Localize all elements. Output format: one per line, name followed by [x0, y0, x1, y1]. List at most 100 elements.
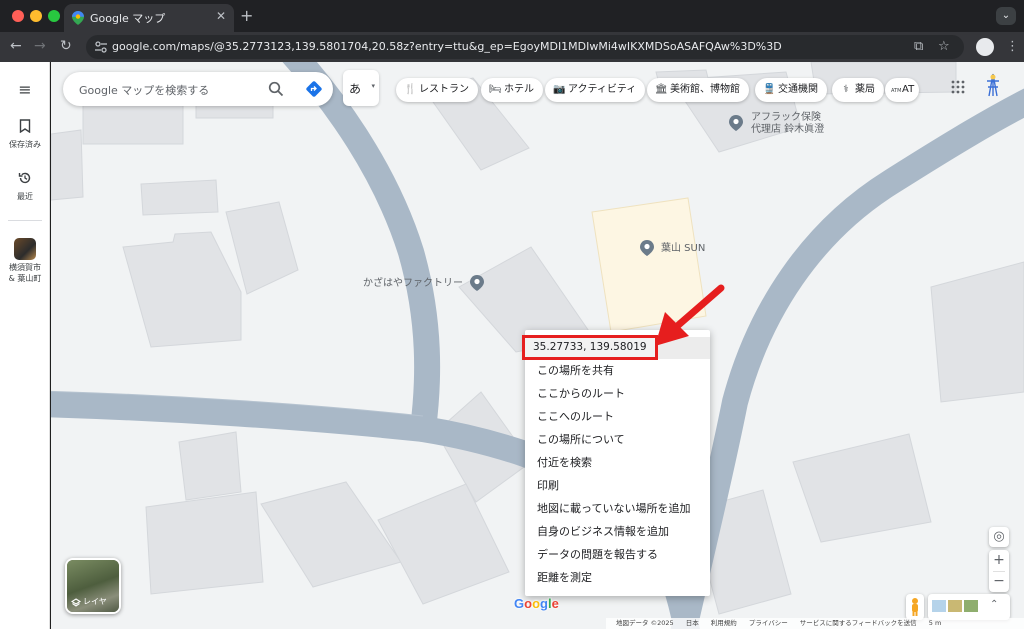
search-input[interactable]: Google マップを検索する [79, 82, 209, 98]
layers-button[interactable]: レイヤ [65, 558, 121, 614]
map-data-attribution: 地図データ ©2025 [616, 619, 674, 627]
menu-item-report-problem[interactable]: データの問題を報告する [537, 548, 658, 562]
poi-label-hayama-sun[interactable]: 葉山 SUN [661, 243, 705, 255]
menu-item-add-missing-place[interactable]: 地図に載っていない場所を追加 [537, 502, 690, 516]
install-app-icon[interactable]: ⧉ [914, 39, 923, 54]
fork-knife-icon: 🍴 [404, 84, 417, 95]
zoom-out-button[interactable]: − [989, 571, 1009, 592]
rail-recent-label: 最近 [17, 192, 33, 201]
poi-pin-icon[interactable] [729, 115, 743, 131]
logo-letter: g [540, 596, 548, 611]
poi-label-kazahaya[interactable]: かざはやファクトリー [363, 278, 463, 290]
menu-item-add-business[interactable]: 自身のビジネス情報を追加 [537, 525, 669, 539]
menu-item-print[interactable]: 印刷 [537, 479, 559, 493]
zoom-control: + − [989, 550, 1009, 592]
chip-label: 交通機関 [778, 84, 818, 95]
satellite-thumb[interactable] [964, 600, 978, 612]
directions-icon[interactable] [305, 80, 323, 98]
footer-japan-link[interactable]: 日本 [686, 619, 699, 627]
site-settings-icon[interactable] [94, 40, 108, 54]
reload-icon[interactable]: ↻ [60, 38, 72, 54]
chip-hotel[interactable]: 🛏 ホテル [481, 78, 543, 102]
chip-atm[interactable]: ATMAT [885, 78, 919, 102]
map-canvas[interactable]: アフラック保険 代理店 鈴木眞澄 葉山 SUN かざはやファクトリー Googl… [51, 62, 1024, 629]
menu-item-measure-distance[interactable]: 距離を測定 [537, 571, 592, 585]
footer-privacy-link[interactable]: プライバシー [749, 619, 788, 627]
chip-transit[interactable]: 🚆 交通機関 [755, 78, 827, 102]
minimize-window-button[interactable] [30, 10, 42, 22]
rail-recent-place[interactable]: 横須賀市 & 葉山町 [0, 238, 50, 284]
forward-icon[interactable]: → [34, 38, 46, 54]
zoom-in-button[interactable]: + [989, 550, 1009, 571]
chip-activity[interactable]: 📷 アクティビティ [545, 78, 646, 102]
context-menu: 35.27733, 139.58019 この場所を共有 ここからのルート ここへ… [522, 330, 710, 596]
menu-item-whats-here[interactable]: この場所について [537, 433, 625, 447]
chip-label: レストラン [419, 84, 469, 95]
chip-restaurant[interactable]: 🍴 レストラン [396, 78, 478, 102]
scale-bar[interactable]: 5 m [929, 619, 942, 627]
new-tab-button[interactable]: + [240, 6, 253, 25]
poi-pin-icon[interactable] [470, 275, 484, 291]
browser-menu-icon[interactable]: ⋮ [1006, 39, 1019, 54]
bookmark-star-icon[interactable]: ☆ [938, 39, 950, 54]
traffic-thumb[interactable] [948, 600, 962, 612]
maximize-window-button[interactable] [48, 10, 60, 22]
chip-label: 美術館、博物館 [670, 84, 740, 95]
tab-search-button[interactable]: ⌄ [996, 7, 1016, 25]
back-icon[interactable]: ← [10, 38, 22, 54]
input-method-button[interactable]: あ ▾ [343, 70, 379, 106]
footer-terms-link[interactable]: 利用規約 [711, 619, 737, 627]
annotation-arrow-icon [655, 284, 725, 346]
coordinates-item[interactable]: 35.27733, 139.58019 [522, 335, 658, 360]
poi-aflac-line2: 代理店 鈴木眞澄 [751, 124, 825, 135]
google-logo: Google [514, 596, 559, 611]
my-location-icon[interactable]: ◎ [989, 527, 1009, 547]
poi-pin-icon[interactable] [640, 240, 654, 256]
tab-title: Google マップ [90, 12, 166, 25]
chip-museum[interactable]: 🏛 美術館、博物館 [647, 78, 749, 102]
menu-item-search-nearby[interactable]: 付近を検索 [537, 456, 592, 470]
search-box[interactable]: Google マップを検索する [63, 72, 333, 106]
profile-avatar[interactable] [976, 38, 994, 56]
apps-grid-icon[interactable] [951, 80, 965, 94]
chip-pharmacy[interactable]: ⚕ 薬局 [832, 78, 884, 102]
chip-label: アクティビティ [568, 84, 637, 95]
menu-icon[interactable]: ≡ [0, 80, 50, 99]
imagery-thumbnails[interactable]: ⌃ [928, 594, 1010, 620]
place-name-line1: 横須賀市 [9, 263, 41, 272]
poi-aflac-line1: アフラック保険 [751, 112, 821, 123]
chip-label: ホテル [504, 84, 534, 95]
rail-recent[interactable]: 最近 [0, 170, 50, 202]
search-icon[interactable] [268, 81, 284, 97]
rail-saved[interactable]: 保存済み [0, 118, 50, 150]
poi-label-aflac[interactable]: アフラック保険 代理店 鈴木眞澄 [751, 112, 824, 136]
menu-item-share[interactable]: この場所を共有 [537, 364, 614, 378]
rail-divider [8, 220, 42, 221]
chip-label: 薬局 [855, 84, 875, 95]
layers-label: レイヤ [83, 597, 107, 606]
layers-icon [71, 598, 81, 607]
ime-label: あ [349, 82, 362, 96]
menu-item-directions-from[interactable]: ここからのルート [537, 387, 625, 401]
place-thumbnail [14, 238, 36, 260]
pegman-icon [912, 598, 918, 616]
account-avatar-icon[interactable] [983, 72, 1003, 98]
camera-icon: 📷 [553, 84, 566, 95]
map-footer: 地図データ ©2025 日本 利用規約 プライバシー サービスに関するフィードバ… [606, 618, 1024, 629]
place-name-line2: & 葉山町 [8, 274, 42, 283]
street-view-pegman[interactable] [906, 594, 924, 620]
logo-letter: G [514, 596, 525, 611]
close-window-button[interactable] [12, 10, 24, 22]
logo-letter: e [551, 596, 559, 611]
expand-icon[interactable]: ⌃ [990, 599, 998, 610]
chip-label: AT [902, 84, 915, 95]
tab-close-icon[interactable]: ✕ [216, 9, 226, 23]
transit-icon: 🚆 [763, 84, 776, 95]
logo-letter: o [524, 596, 533, 611]
address-bar[interactable]: google.com/maps/@35.2773123,139.5801704,… [86, 35, 964, 59]
menu-item-directions-to[interactable]: ここへのルート [537, 410, 614, 424]
browser-tab[interactable]: Google マップ ✕ [64, 4, 234, 32]
terrain-thumb[interactable] [932, 600, 946, 612]
google-maps-favicon-icon [72, 11, 84, 25]
footer-feedback-link[interactable]: サービスに関するフィードバックを送信 [800, 619, 917, 627]
